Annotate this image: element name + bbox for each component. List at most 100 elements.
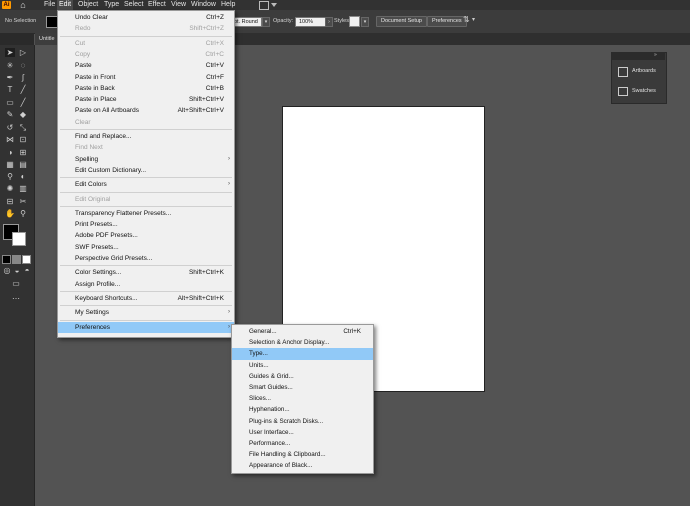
mesh-tool-icon[interactable]: ▦ (5, 160, 15, 169)
chevron-down-icon[interactable]: ▾ (262, 17, 270, 27)
pref-item-user-interface[interactable]: User Interface... (232, 427, 373, 438)
chevron-down-icon[interactable]: ▾ (361, 17, 369, 27)
menu-view[interactable]: View (169, 0, 188, 10)
menu-item-paste-on-all-artboards[interactable]: Paste on All Artboards Alt+Shift+Ctrl+V (58, 105, 234, 116)
menu-item-spelling[interactable]: Spelling › (58, 154, 234, 165)
symbol-sprayer-tool-icon[interactable]: ✺ (5, 184, 15, 193)
menu-item-label: Paste in Place (75, 96, 117, 104)
artboards-panel-button[interactable]: Artboards (614, 64, 662, 78)
screen-mode-icon[interactable]: ▭ (11, 279, 21, 288)
menu-item-cut: Cut Ctrl+X (58, 38, 234, 49)
more-tools-icon[interactable]: ⋯ (11, 294, 21, 303)
menu-item-edit-colors[interactable]: Edit Colors › (58, 179, 234, 190)
color-mode-icon[interactable] (2, 255, 11, 264)
width-tool-icon[interactable]: ⋈ (5, 135, 15, 144)
pref-item-guides-grid[interactable]: Guides & Grid... (232, 371, 373, 382)
menu-item-my-settings[interactable]: My Settings › (58, 307, 234, 318)
menu-window[interactable]: Window (189, 0, 218, 10)
shaper-tool-icon[interactable]: ✎ (5, 110, 15, 119)
draw-inside-icon[interactable]: ◓ (22, 266, 32, 275)
column-graph-tool-icon[interactable]: ▥ (18, 184, 28, 193)
menu-item-perspective-grid-presets[interactable]: Perspective Grid Presets... (58, 253, 234, 264)
menu-select[interactable]: Select (122, 0, 145, 10)
document-setup-button[interactable]: Document Setup (376, 16, 427, 27)
pref-item-smart-guides[interactable]: Smart Guides... (232, 382, 373, 393)
menu-item-find-and-replace[interactable]: Find and Replace... (58, 131, 234, 142)
chevron-down-icon[interactable]: ▾ (472, 16, 475, 23)
menu-help[interactable]: Help (219, 0, 237, 10)
pref-item-units[interactable]: Units... (232, 360, 373, 371)
draw-behind-icon[interactable]: ◒ (12, 266, 22, 275)
menu-item-paste-in-front[interactable]: Paste in Front Ctrl+F (58, 72, 234, 83)
draw-normal-icon[interactable]: ◎ (2, 266, 12, 275)
pen-tool-icon[interactable]: ✒ (5, 73, 15, 82)
pref-item-slices[interactable]: Slices... (232, 393, 373, 404)
zoom-tool-icon[interactable]: ⚲ (18, 209, 28, 218)
blend-tool-icon[interactable]: ◐ (18, 172, 28, 181)
opacity-input[interactable]: 100% (295, 17, 327, 27)
preferences-button[interactable]: Preferences (427, 16, 467, 27)
menu-effect[interactable]: Effect (146, 0, 168, 10)
menu-item-swf-presets[interactable]: SWF Presets... (58, 242, 234, 253)
submenu-arrow-icon: › (228, 309, 230, 316)
shape-builder-tool-icon[interactable]: ◑ (5, 148, 15, 157)
collapse-icon[interactable]: » (654, 52, 657, 58)
gradient-tool-icon[interactable]: ▤ (18, 160, 28, 169)
home-icon[interactable]: ⌂ (17, 0, 29, 10)
menu-item-transparency-flattener-presets[interactable]: Transparency Flattener Presets... (58, 208, 234, 219)
type-tool-icon[interactable]: T (5, 85, 15, 94)
pref-item-hyphenation[interactable]: Hyphenation... (232, 404, 373, 415)
gradient-mode-icon[interactable] (12, 255, 21, 264)
rectangle-tool-icon[interactable]: ▭ (5, 98, 15, 107)
menu-edit[interactable]: Edit (57, 0, 74, 10)
menu-item-keyboard-shortcuts[interactable]: Keyboard Shortcuts... Alt+Shift+Ctrl+K (58, 293, 234, 304)
menu-item-print-presets[interactable]: Print Presets... (58, 219, 234, 230)
menu-item-paste-in-place[interactable]: Paste in Place Shift+Ctrl+V (58, 94, 234, 105)
menu-item-edit-custom-dictionary[interactable]: Edit Custom Dictionary... (58, 165, 234, 176)
chevron-down-icon[interactable] (271, 3, 277, 7)
pref-item-selection-anchor-display[interactable]: Selection & Anchor Display... (232, 337, 373, 348)
magic-wand-tool-icon[interactable]: ✳ (5, 61, 15, 70)
rotate-tool-icon[interactable]: ↺ (5, 123, 15, 132)
paintbrush-tool-icon[interactable]: ╱ (18, 98, 28, 107)
menu-file[interactable]: File (42, 0, 57, 10)
menu-item-undo-clear[interactable]: Undo Clear Ctrl+Z (58, 12, 234, 23)
swatches-panel-button[interactable]: Swatches (614, 84, 662, 98)
chevron-right-icon[interactable]: › (325, 17, 333, 27)
pref-item-appearance-of-black[interactable]: Appearance of Black... (232, 460, 373, 471)
menu-object[interactable]: Object (76, 0, 100, 10)
none-mode-icon[interactable] (22, 255, 31, 264)
menu-item-color-settings[interactable]: Color Settings... Shift+Ctrl+K (58, 267, 234, 278)
pref-item-label: File Handling & Clipboard... (249, 451, 326, 459)
artboard-tool-icon[interactable]: ⊟ (5, 197, 15, 206)
pref-item-file-handling-clipboard[interactable]: File Handling & Clipboard... (232, 449, 373, 460)
pref-item-plug-ins-scratch-disks[interactable]: Plug-ins & Scratch Disks... (232, 416, 373, 427)
menu-item-assign-profile[interactable]: Assign Profile... (58, 279, 234, 290)
pref-item-type[interactable]: Type... (232, 348, 373, 360)
eyedropper-tool-icon[interactable]: ⚲ (5, 172, 15, 181)
curvature-tool-icon[interactable]: ∫ (18, 73, 28, 82)
scale-tool-icon[interactable]: ⤡ (18, 123, 28, 132)
menu-item-find-next: Find Next (58, 142, 234, 153)
arrange-documents-icon[interactable]: ⇅ (463, 15, 470, 24)
graphic-style-swatch[interactable] (349, 16, 360, 27)
slice-tool-icon[interactable]: ✂ (18, 197, 28, 206)
stroke-color-swatch[interactable] (12, 232, 26, 246)
selection-tool-icon[interactable]: ➤ (5, 48, 15, 57)
free-transform-tool-icon[interactable]: ⊡ (18, 135, 28, 144)
menu-item-preferences[interactable]: Preferences › (58, 321, 234, 333)
menu-type[interactable]: Type (102, 0, 121, 10)
line-tool-icon[interactable]: ╱ (18, 85, 28, 94)
menu-item-label: Find Next (75, 144, 103, 152)
lasso-tool-icon[interactable]: ◌ (18, 61, 28, 70)
eraser-tool-icon[interactable]: ◆ (18, 110, 28, 119)
menu-item-paste[interactable]: Paste Ctrl+V (58, 60, 234, 71)
pref-item-general[interactable]: General... Ctrl+K (232, 326, 373, 337)
menu-item-adobe-pdf-presets[interactable]: Adobe PDF Presets... (58, 230, 234, 241)
workspace-layout-icon[interactable] (259, 1, 269, 10)
hand-tool-icon[interactable]: ✋ (5, 209, 15, 218)
perspective-grid-tool-icon[interactable]: ⊞ (18, 148, 28, 157)
pref-item-performance[interactable]: Performance... (232, 438, 373, 449)
direct-selection-tool-icon[interactable]: ▷ (18, 48, 28, 57)
menu-item-paste-in-back[interactable]: Paste in Back Ctrl+B (58, 83, 234, 94)
